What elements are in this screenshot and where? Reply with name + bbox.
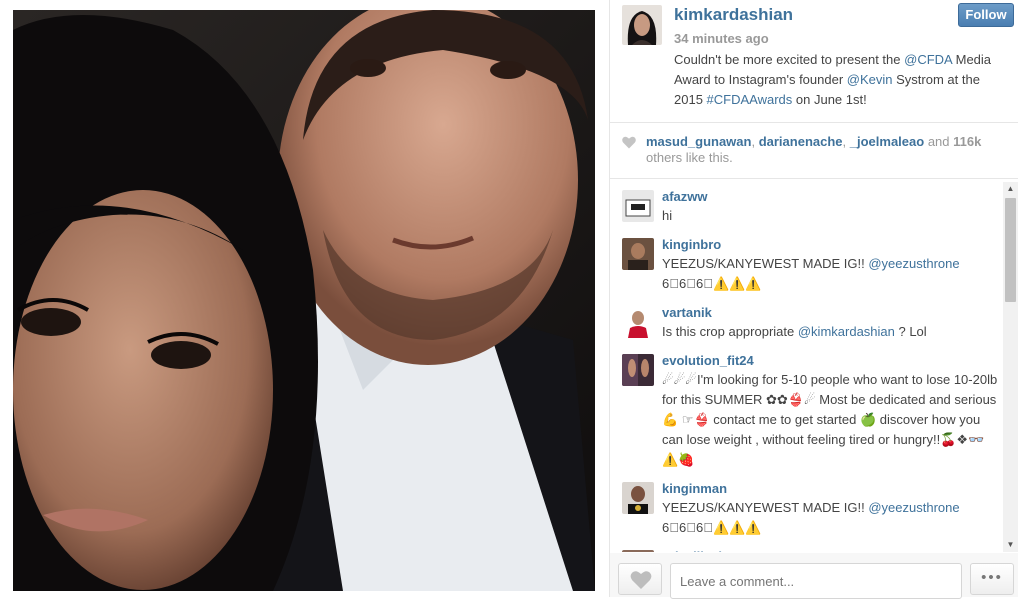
commenter-avatar[interactable] [622,238,654,270]
likes-rest: others like this. [646,150,733,165]
comment-text: ☄☄☄I'm looking for 5-10 people who want … [662,372,998,467]
caption-text: Couldn't be more excited to present the [674,52,905,67]
heart-outline-icon [630,570,652,595]
liker-username[interactable]: darianenache [759,134,843,149]
comment-text: hi [662,208,673,223]
caption-hashtag[interactable]: #CFDAAwards [707,92,793,107]
liker-username[interactable]: masud_gunawan [646,134,751,149]
caption-text: on June 1st! [792,92,867,107]
commenter-username[interactable]: vartanik [662,305,712,320]
commenter-avatar[interactable] [622,354,654,386]
owner-avatar[interactable] [622,5,662,45]
owner-username[interactable]: kimkardashian [674,5,793,25]
comment-mention[interactable]: @yeezusthrone [868,500,959,515]
heart-icon [622,136,636,153]
comment-mention[interactable]: @kimkardashian [798,324,895,339]
comment-body: YEEZUS/KANYEWEST MADE IG!! [662,500,869,515]
like-button[interactable] [618,563,662,595]
comments-list: afazww hi kinginbro YEEZUS/KANYEWEST MAD… [610,186,1002,552]
commenter-avatar[interactable] [622,306,654,338]
commenter-username[interactable]: kinginbro [662,237,721,252]
caption-mention-cfda[interactable]: @CFDA [904,52,952,67]
comment-body-line: 6⃣6⃣6⃣⚠️⚠️⚠️ [662,520,762,535]
scroll-down-arrow-icon[interactable]: ▼ [1003,538,1018,552]
commenter-avatar[interactable] [622,550,654,552]
likes-and: and [924,134,954,149]
comment-text: Is this crop appropriate @kimkardashian … [662,322,998,342]
liker-username[interactable]: _joelmaleao [850,134,924,149]
caption-mention-kevin[interactable]: @Kevin [847,72,893,87]
divider [610,178,1018,179]
comments-scrollbar[interactable]: ▲ ▼ [1003,182,1018,552]
post-photo[interactable] [13,10,595,591]
comment-body-line: 6⃣6⃣6⃣⚠️⚠️⚠️ [662,276,762,291]
divider [610,122,1018,123]
commenter-avatar[interactable] [622,190,654,222]
comment-mention[interactable]: @yeezusthrone [868,256,959,271]
commenter-username[interactable]: afazww [662,189,708,204]
post-caption: Couldn't be more excited to present the … [674,50,1008,110]
scrollbar-thumb[interactable] [1005,198,1016,302]
comment-input[interactable] [670,563,962,599]
comment-bar: ••• [610,553,1018,599]
comment-body: YEEZUS/KANYEWEST MADE IG!! [662,256,869,271]
comment-body: Is this crop appropriate [662,324,798,339]
comment-body: ? Lol [894,324,927,339]
commenter-avatar[interactable] [622,482,654,514]
commenter-username[interactable]: kinginman [662,481,727,496]
likes-separator: , [751,134,759,149]
comment-text: YEEZUS/KANYEWEST MADE IG!! @yeezusthrone… [662,254,998,294]
likes-separator: , [842,134,850,149]
more-options-button[interactable]: ••• [970,563,1014,595]
commenter-username[interactable]: priscilla_lopez [662,549,752,552]
follow-button[interactable]: Follow [958,3,1014,27]
likes-count[interactable]: 116k [953,134,981,149]
scroll-up-arrow-icon[interactable]: ▲ [1003,182,1018,196]
comment-text: YEEZUS/KANYEWEST MADE IG!! @yeezusthrone… [662,498,998,538]
commenter-username[interactable]: evolution_fit24 [662,353,754,368]
post-sidebar: kimkardashian Follow 34 minutes ago Coul… [610,0,1018,599]
likes-summary: masud_gunawan, darianenache, _joelmaleao… [622,134,1010,166]
post-timestamp: 34 minutes ago [674,31,769,46]
